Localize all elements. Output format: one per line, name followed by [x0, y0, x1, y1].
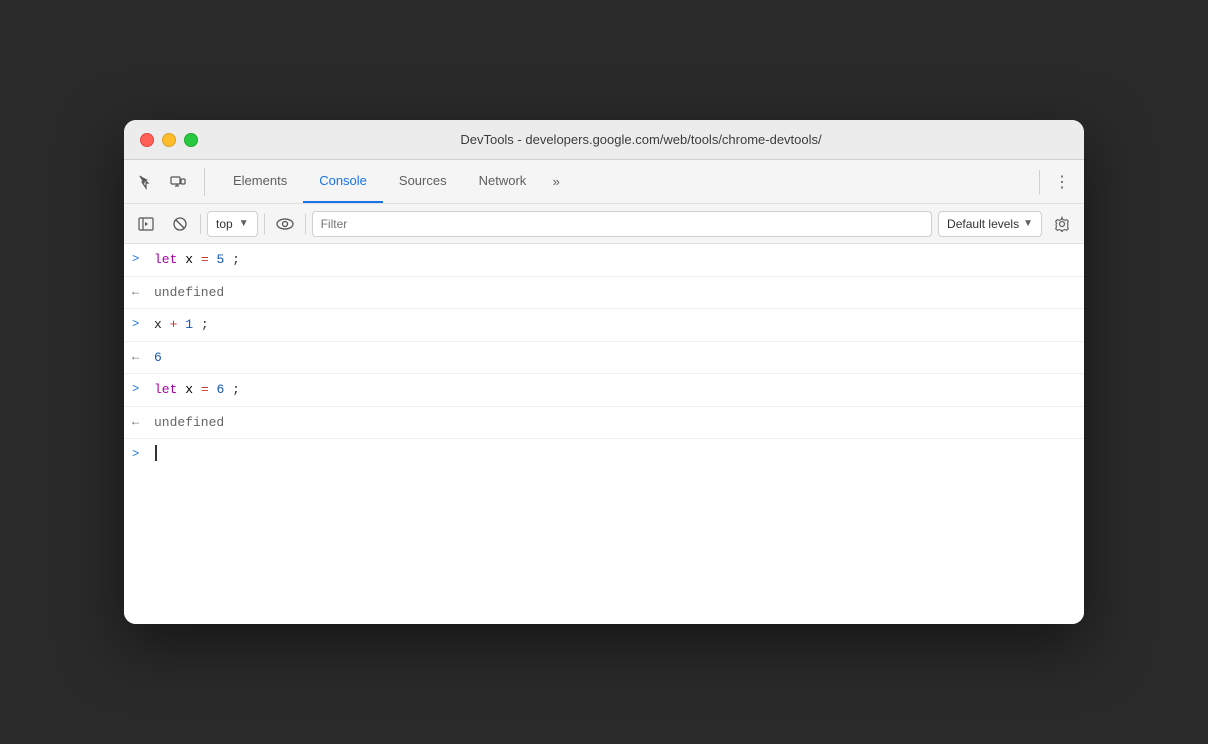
settings-button[interactable] [1048, 210, 1076, 238]
console-row: ← undefined [124, 407, 1084, 440]
live-expressions-button[interactable] [271, 210, 299, 238]
device-toolbar-button[interactable] [164, 168, 192, 196]
context-selector[interactable]: top ▼ [207, 211, 258, 237]
levels-arrow-icon: ▼ [1023, 218, 1033, 229]
console-row[interactable]: > x + 1 ; [124, 309, 1084, 342]
tab-separator [1039, 170, 1040, 194]
fullscreen-button[interactable] [184, 133, 198, 147]
console-output-value: undefined [154, 413, 1076, 433]
input-arrow-icon: > [132, 315, 146, 331]
tab-sources[interactable]: Sources [383, 160, 463, 203]
devtools-body: Elements Console Sources Network » ⋮ [124, 160, 1084, 624]
titlebar: DevTools - developers.google.com/web/too… [124, 120, 1084, 160]
console-toolbar: top ▼ Default levels ▼ [124, 204, 1084, 244]
console-output: > let x = 5 ; ← undefined > [124, 244, 1084, 624]
tab-network[interactable]: Network [463, 160, 543, 203]
prompt-arrow-icon: > [132, 445, 146, 461]
input-arrow-icon: > [132, 380, 146, 396]
sidebar-toggle-button[interactable] [132, 210, 160, 238]
console-output-value: undefined [154, 283, 1076, 303]
devtools-window: DevTools - developers.google.com/web/too… [124, 120, 1084, 624]
output-arrow-icon: ← [132, 413, 146, 429]
console-input-code: let x = 5 ; [154, 250, 1076, 270]
console-row: ← undefined [124, 277, 1084, 310]
cursor [155, 445, 157, 461]
output-arrow-icon: ← [132, 348, 146, 364]
tabs-bar: Elements Console Sources Network » ⋮ [124, 160, 1084, 204]
window-title: DevTools - developers.google.com/web/too… [214, 132, 1068, 147]
console-row[interactable]: > let x = 6 ; [124, 374, 1084, 407]
input-arrow-icon: > [132, 250, 146, 266]
console-prompt-row[interactable]: > [124, 439, 1084, 471]
filter-input[interactable] [312, 211, 932, 237]
console-input-code: let x = 6 ; [154, 380, 1076, 400]
devtools-menu-button[interactable]: ⋮ [1048, 168, 1076, 196]
console-row: ← 6 [124, 342, 1084, 375]
context-arrow-icon: ▼ [239, 218, 249, 229]
clear-console-button[interactable] [166, 210, 194, 238]
toolbar-separator-2 [264, 214, 265, 234]
console-input-code: x + 1 ; [154, 315, 1076, 335]
minimize-button[interactable] [162, 133, 176, 147]
console-row[interactable]: > let x = 5 ; [124, 244, 1084, 277]
tab-icon-group [132, 168, 205, 196]
inspect-element-button[interactable] [132, 168, 160, 196]
traffic-lights [140, 133, 198, 147]
tab-console[interactable]: Console [303, 160, 383, 203]
console-prompt [154, 445, 1076, 461]
close-button[interactable] [140, 133, 154, 147]
log-levels-button[interactable]: Default levels ▼ [938, 211, 1042, 237]
more-tabs-button[interactable]: » [542, 168, 570, 196]
tabs-list: Elements Console Sources Network » [217, 160, 1031, 203]
tab-elements[interactable]: Elements [217, 160, 303, 203]
toolbar-separator-3 [305, 214, 306, 234]
toolbar-separator-1 [200, 214, 201, 234]
output-arrow-icon: ← [132, 283, 146, 299]
console-output-value: 6 [154, 348, 1076, 368]
